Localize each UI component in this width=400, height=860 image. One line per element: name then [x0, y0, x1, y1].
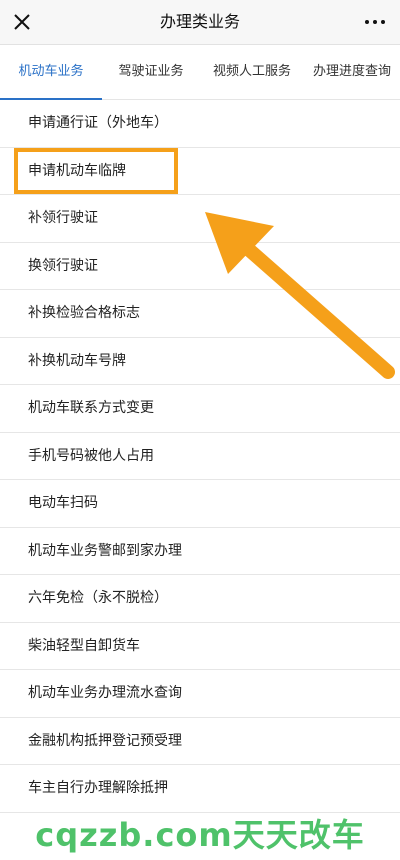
more-button[interactable] — [360, 6, 390, 38]
tab-motor-vehicle[interactable]: 机动车业务 — [0, 45, 102, 100]
list-item-phone-occupied[interactable]: 手机号码被他人占用 — [0, 433, 400, 480]
list-item-mortgage-registration[interactable]: 金融机构抵押登记预受理 — [0, 718, 400, 765]
service-list: 申请通行证（外地车） 申请机动车临牌 补领行驶证 换领行驶证 补换检验合格标志 … — [0, 100, 400, 813]
tab-progress-query[interactable]: 办理进度查询 — [304, 45, 400, 99]
tab-driving-license[interactable]: 驾驶证业务 — [102, 45, 200, 99]
list-item-plate-replacement[interactable]: 补换机动车号牌 — [0, 338, 400, 385]
list-item-renew-license[interactable]: 换领行驶证 — [0, 243, 400, 290]
more-dots-icon — [365, 20, 369, 24]
list-item-ebike-scan[interactable]: 电动车扫码 — [0, 480, 400, 528]
list-item-temporary-pass[interactable]: 申请通行证（外地车） — [0, 100, 400, 148]
list-item-transaction-query[interactable]: 机动车业务办理流水查询 — [0, 670, 400, 718]
list-item-postal-service[interactable]: 机动车业务警邮到家办理 — [0, 528, 400, 575]
tab-bar: 机动车业务 驾驶证业务 视频人工服务 办理进度查询 — [0, 45, 400, 100]
top-bar: 办理类业务 — [0, 0, 400, 45]
watermark: cqzzb.com天天改车 — [35, 816, 365, 854]
tab-video-service[interactable]: 视频人工服务 — [200, 45, 304, 99]
list-item-diesel-truck[interactable]: 柴油轻型自卸货车 — [0, 623, 400, 670]
more-dot — [373, 20, 377, 24]
list-item-temporary-plate[interactable]: 申请机动车临牌 — [0, 148, 400, 195]
list-item-mortgage-release[interactable]: 车主自行办理解除抵押 — [0, 765, 400, 813]
list-item-six-year-exemption[interactable]: 六年免检（永不脱检） — [0, 575, 400, 623]
list-item-reissue-license[interactable]: 补领行驶证 — [0, 195, 400, 243]
list-item-inspection-mark[interactable]: 补换检验合格标志 — [0, 290, 400, 338]
more-dot — [381, 20, 385, 24]
page-title: 办理类业务 — [159, 12, 240, 31]
list-item-contact-change[interactable]: 机动车联系方式变更 — [0, 385, 400, 433]
